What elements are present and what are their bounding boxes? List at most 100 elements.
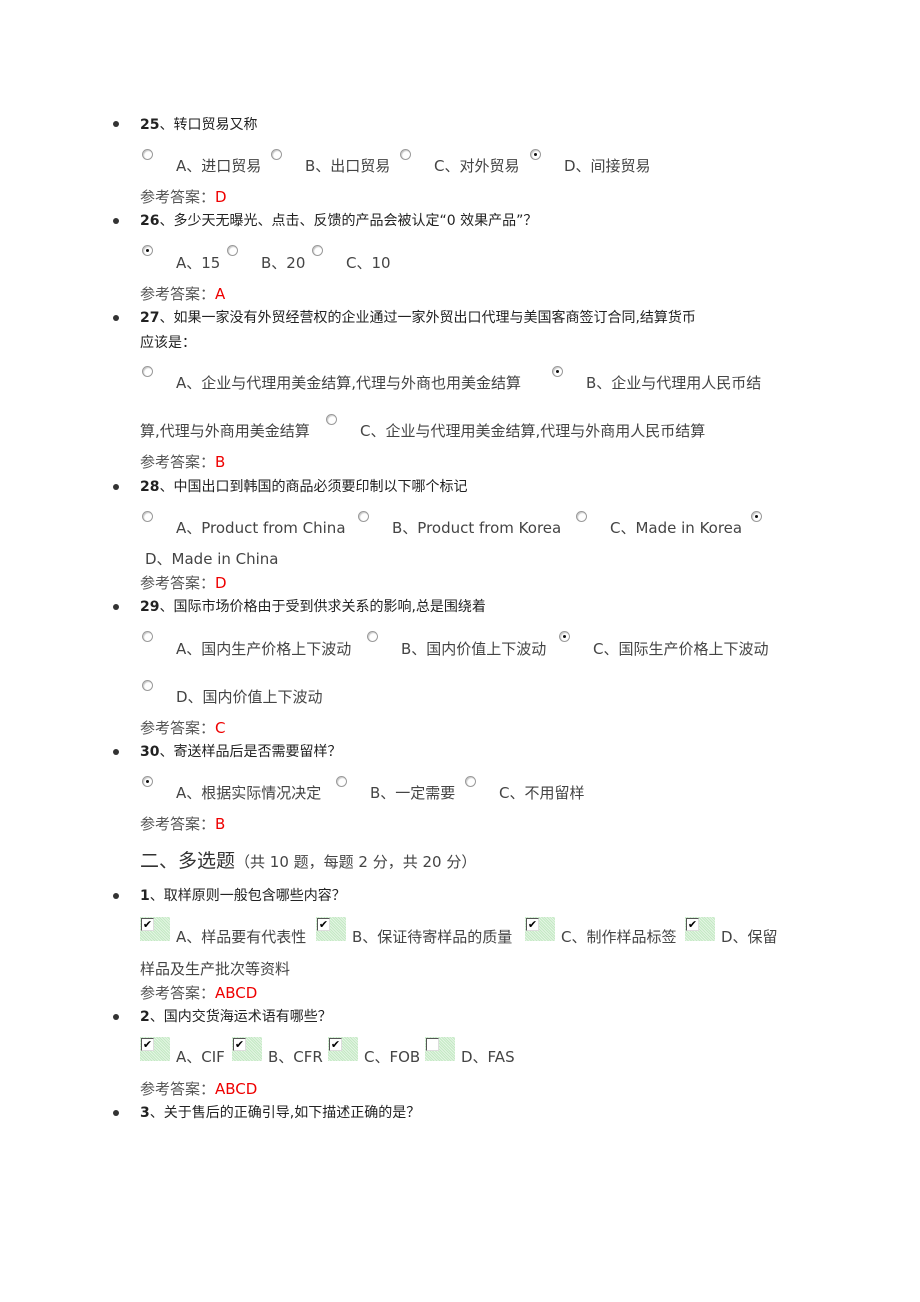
radio-25-b[interactable] xyxy=(271,149,282,160)
question-text: 、取样原则一般包含哪些内容？ xyxy=(149,888,346,904)
answer-label: 参考答案： xyxy=(140,815,216,833)
radio-29-b[interactable] xyxy=(367,631,378,642)
radio-27-a[interactable] xyxy=(142,366,153,377)
radio-27-b[interactable] xyxy=(552,366,563,377)
question-29: 29、国际市场价格由于受到供求关系的影响,总是围绕着 xyxy=(140,596,486,616)
option-27-b: B、企业与代理用人民币结 xyxy=(586,374,762,392)
question-number: 28 xyxy=(140,479,160,495)
check-icon: ✔ xyxy=(233,1038,246,1051)
radio-29-a[interactable] xyxy=(142,631,153,642)
answer-label: 参考答案： xyxy=(140,574,216,592)
radio-29-c[interactable] xyxy=(559,631,570,642)
radio-27-c[interactable] xyxy=(326,414,337,425)
option-27-b-cont: 算,代理与外商用美金结算 xyxy=(140,422,310,440)
reference-answer-m1: 参考答案：ABCD xyxy=(140,982,257,1003)
question-number: 2 xyxy=(140,1009,150,1025)
option-28-a: A、Product from China xyxy=(176,519,346,537)
radio-26-a[interactable] xyxy=(142,245,153,256)
question-number: 1 xyxy=(140,888,150,904)
answer-value: A xyxy=(215,285,226,303)
option-28-d: D、Made in China xyxy=(145,550,279,568)
answer-value: D xyxy=(215,188,227,206)
option-30-b: B、一定需要 xyxy=(370,784,456,802)
radio-28-c[interactable] xyxy=(576,511,587,522)
checkbox-m2-c[interactable]: ✔ xyxy=(328,1037,358,1061)
bullet xyxy=(113,218,119,224)
multi-question-2: 2、国内交货海运术语有哪些？ xyxy=(140,1006,332,1026)
radio-25-d[interactable] xyxy=(530,149,541,160)
bullet xyxy=(113,604,119,610)
option-30-a: A、根据实际情况决定 xyxy=(176,784,322,802)
radio-28-a[interactable] xyxy=(142,511,153,522)
answer-value: B xyxy=(215,815,226,833)
radio-30-c[interactable] xyxy=(465,776,476,787)
option-29-c: C、国际生产价格上下波动 xyxy=(593,640,769,658)
question-text: 、中国出口到韩国的商品必须要印制以下哪个标记 xyxy=(159,479,468,495)
answer-label: 参考答案： xyxy=(140,285,216,303)
question-text: 、国内交货海运术语有哪些？ xyxy=(149,1009,332,1025)
answer-label: 参考答案： xyxy=(140,453,216,471)
option-30-c: C、不用留样 xyxy=(499,784,585,802)
checkbox-m1-b[interactable]: ✔ xyxy=(316,917,346,941)
option-29-d: D、国内价值上下波动 xyxy=(176,688,323,706)
option-26-b: B、20 xyxy=(261,254,306,272)
section-subtitle: （共 10 题，每题 2 分，共 20 分） xyxy=(235,853,477,871)
question-text: 、多少天无曝光、点击、反馈的产品会被认定“0 效果产品”？ xyxy=(159,213,538,229)
answer-value: C xyxy=(215,719,226,737)
check-icon: ✔ xyxy=(526,918,539,931)
option-28-c: C、Made in Korea xyxy=(610,519,743,537)
option-m1-c: C、制作样品标签 xyxy=(561,928,677,946)
option-29-b: B、国内价值上下波动 xyxy=(401,640,547,658)
question-text: 、寄送样品后是否需要留样？ xyxy=(159,744,342,760)
radio-30-b[interactable] xyxy=(336,776,347,787)
option-25-b: B、出口贸易 xyxy=(305,157,391,175)
bullet xyxy=(113,484,119,490)
option-25-d: D、间接贸易 xyxy=(564,157,651,175)
option-m1-a: A、样品要有代表性 xyxy=(176,928,307,946)
question-number: 26 xyxy=(140,213,160,229)
checkbox-m1-c[interactable]: ✔ xyxy=(525,917,555,941)
bullet xyxy=(113,1014,119,1020)
unchecked-box-icon xyxy=(426,1038,439,1051)
answer-value: B xyxy=(215,453,226,471)
radio-28-b[interactable] xyxy=(358,511,369,522)
radio-26-b[interactable] xyxy=(227,245,238,256)
option-26-c: C、10 xyxy=(346,254,391,272)
checkbox-m1-a[interactable]: ✔ xyxy=(140,917,170,941)
radio-30-a[interactable] xyxy=(142,776,153,787)
answer-label: 参考答案： xyxy=(140,984,216,1002)
radio-28-d[interactable] xyxy=(751,511,762,522)
radio-26-c[interactable] xyxy=(312,245,323,256)
answer-label: 参考答案： xyxy=(140,188,216,206)
reference-answer-28: 参考答案：D xyxy=(140,572,227,593)
option-m2-a: A、CIF xyxy=(176,1048,225,1066)
check-icon: ✔ xyxy=(329,1038,342,1051)
question-number: 3 xyxy=(140,1105,150,1121)
bullet xyxy=(113,893,119,899)
option-m2-b: B、CFR xyxy=(268,1048,323,1066)
reference-answer-25: 参考答案：D xyxy=(140,186,227,207)
reference-answer-27: 参考答案：B xyxy=(140,451,225,472)
checkbox-m2-b[interactable]: ✔ xyxy=(232,1037,262,1061)
radio-25-c[interactable] xyxy=(400,149,411,160)
reference-answer-26: 参考答案：A xyxy=(140,283,225,304)
checkbox-m1-d[interactable]: ✔ xyxy=(685,917,715,941)
radio-29-d[interactable] xyxy=(142,680,153,691)
answer-value: D xyxy=(215,574,227,592)
question-27: 27、如果一家没有外贸经营权的企业通过一家外贸出口代理与美国客商签订合同,结算货… xyxy=(140,307,696,327)
question-30: 30、寄送样品后是否需要留样？ xyxy=(140,741,341,761)
reference-answer-30: 参考答案：B xyxy=(140,813,225,834)
check-icon: ✔ xyxy=(141,1038,154,1051)
section-title: 二、多选题 xyxy=(140,850,236,872)
question-25: 25、转口贸易又称 xyxy=(140,114,257,134)
question-26: 26、多少天无曝光、点击、反馈的产品会被认定“0 效果产品”？ xyxy=(140,210,537,230)
checkbox-m2-d[interactable] xyxy=(425,1037,455,1061)
question-27-line2: 应该是： xyxy=(140,335,196,351)
checkbox-m2-a[interactable]: ✔ xyxy=(140,1037,170,1061)
question-28: 28、中国出口到韩国的商品必须要印制以下哪个标记 xyxy=(140,476,467,496)
option-25-c: C、对外贸易 xyxy=(434,157,520,175)
question-text: 、转口贸易又称 xyxy=(159,117,258,133)
radio-25-a[interactable] xyxy=(142,149,153,160)
answer-label: 参考答案： xyxy=(140,719,216,737)
reference-answer-29: 参考答案：C xyxy=(140,717,226,738)
